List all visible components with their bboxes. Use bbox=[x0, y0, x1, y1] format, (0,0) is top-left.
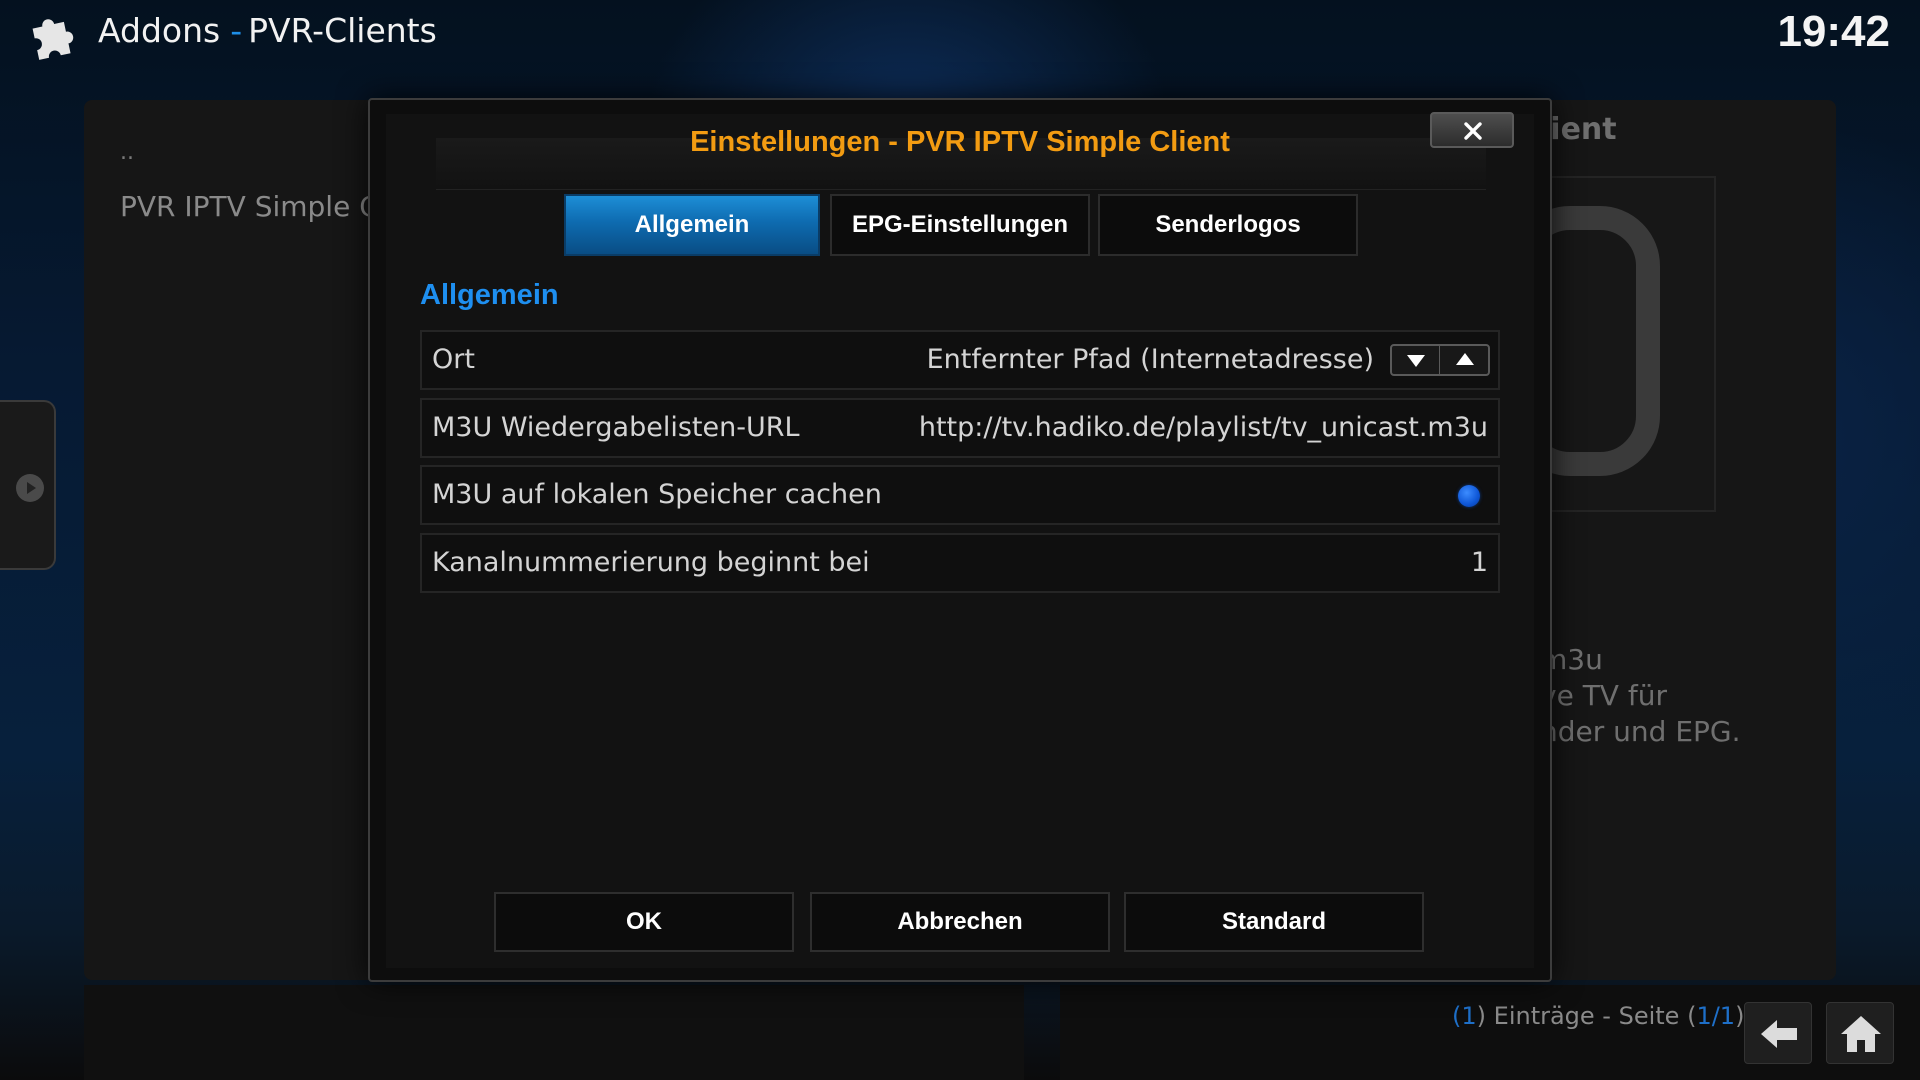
setting-row-m3u-url[interactable]: M3U Wiedergabelisten-URL http://tv.hadik… bbox=[420, 398, 1500, 458]
item-count: 1 bbox=[1461, 1002, 1477, 1030]
setting-label: M3U auf lokalen Speicher cachen bbox=[432, 479, 882, 510]
setting-label: Ort bbox=[432, 344, 475, 375]
close-icon bbox=[1464, 122, 1482, 140]
tab-senderlogos[interactable]: Senderlogos bbox=[1098, 194, 1358, 256]
list-item[interactable]: PVR IPTV Simple Client bbox=[120, 190, 380, 223]
cancel-button[interactable]: Abbrechen bbox=[810, 892, 1110, 952]
setting-value: 1 bbox=[1470, 547, 1488, 578]
breadcrumb: Addons - PVR-Clients bbox=[98, 10, 437, 52]
top-bar: Addons - PVR-Clients 19:42 bbox=[0, 0, 1920, 70]
addon-list-panel bbox=[84, 100, 384, 980]
setting-value: Entfernter Pfad (Internetadresse) bbox=[926, 344, 1374, 375]
setting-label: M3U Wiedergabelisten-URL bbox=[432, 412, 800, 443]
addon-description-line: m3u bbox=[1540, 643, 1603, 676]
bottom-shelf bbox=[84, 985, 1024, 1080]
chevron-right-icon bbox=[16, 474, 44, 502]
page-info-label: ) Einträge - Seite ( bbox=[1476, 1002, 1697, 1030]
breadcrumb-page: PVR-Clients bbox=[248, 11, 437, 50]
setting-value: http://tv.hadiko.de/playlist/tv_unicast.… bbox=[918, 412, 1488, 443]
breadcrumb-section: Addons bbox=[98, 11, 221, 50]
list-parent-item[interactable]: .. bbox=[120, 140, 134, 165]
ok-button[interactable]: OK bbox=[494, 892, 794, 952]
spinner-control bbox=[1390, 344, 1490, 376]
setting-label: Kanalnummerierung beginnt bei bbox=[432, 547, 870, 578]
close-button[interactable] bbox=[1430, 112, 1514, 148]
setting-row-ort[interactable]: Ort Entfernter Pfad (Internetadresse) bbox=[420, 330, 1500, 390]
page-info-paren: ( bbox=[1452, 1002, 1462, 1030]
dialog-title: Einstellungen - PVR IPTV Simple Client bbox=[690, 126, 1230, 158]
page-info: (1) Einträge - Seite (1/1) bbox=[1452, 1002, 1744, 1030]
addon-description-line: nder und EPG. bbox=[1540, 715, 1741, 748]
tab-allgemein[interactable]: Allgemein bbox=[564, 194, 820, 256]
spinner-up-button[interactable] bbox=[1441, 346, 1489, 374]
radio-toggle-on[interactable] bbox=[1458, 485, 1480, 507]
spinner-down-button[interactable] bbox=[1392, 346, 1440, 374]
clock: 19:42 bbox=[1777, 7, 1890, 56]
default-button[interactable]: Standard bbox=[1124, 892, 1424, 952]
back-arrow-icon bbox=[1761, 1020, 1797, 1048]
page-number: 1/1 bbox=[1696, 1002, 1736, 1030]
breadcrumb-separator: - bbox=[230, 11, 243, 50]
setting-row-m3u-cache[interactable]: M3U auf lokalen Speicher cachen bbox=[420, 465, 1500, 525]
addon-description: m3u ve TV für nder und EPG. bbox=[1540, 642, 1830, 750]
back-button[interactable] bbox=[1744, 1002, 1812, 1064]
tab-epg-einstellungen[interactable]: EPG-Einstellungen bbox=[830, 194, 1090, 256]
home-button[interactable] bbox=[1826, 1002, 1894, 1064]
home-icon bbox=[1841, 1016, 1881, 1052]
puzzle-icon bbox=[32, 19, 74, 60]
section-heading: Allgemein bbox=[420, 279, 559, 311]
addon-description-line: ve TV für bbox=[1540, 679, 1667, 712]
addon-thumbnail bbox=[1510, 176, 1716, 512]
side-menu-tab[interactable] bbox=[0, 400, 56, 570]
setting-row-channel-start[interactable]: Kanalnummerierung beginnt bei 1 bbox=[420, 533, 1500, 593]
